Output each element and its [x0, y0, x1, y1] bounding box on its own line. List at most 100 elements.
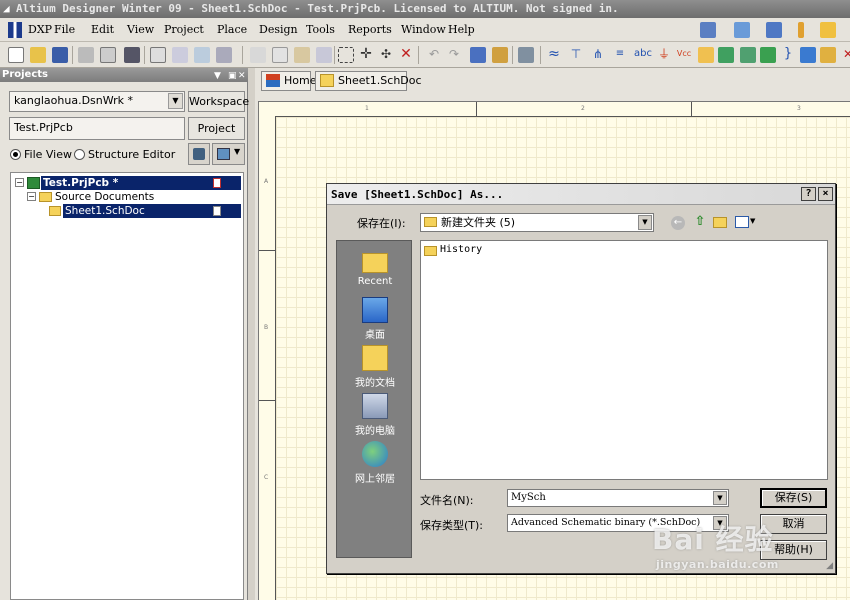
workspace-combo[interactable]: kanglaohua.DsnWrk * ▼ [9, 91, 185, 112]
menu-window[interactable]: Window [401, 23, 446, 36]
place-wire-icon[interactable]: ≈ [546, 47, 562, 63]
redo-icon[interactable]: ↷ [446, 47, 462, 63]
place-network[interactable]: 网上邻居 [337, 441, 413, 485]
project-view-toggle-icon[interactable] [188, 143, 210, 165]
place-net-label-icon[interactable]: ≡ [612, 47, 628, 63]
place-net-label-text-icon[interactable]: abc [634, 47, 652, 63]
hierarchy-icon[interactable] [470, 47, 486, 63]
no-erc-marker-icon[interactable]: ✕ [840, 47, 850, 63]
project-field-value: Test.PrjPcb [14, 121, 73, 134]
place-directive-icon[interactable] [820, 47, 836, 63]
panel-close-icon[interactable]: ✕ [238, 69, 246, 83]
paste-icon[interactable] [294, 47, 310, 63]
rubber-stamp-icon[interactable] [316, 47, 332, 63]
file-view-radio[interactable] [10, 149, 21, 160]
menu-project[interactable]: Project [164, 23, 204, 36]
place-my-computer[interactable]: 我的电脑 [337, 393, 413, 437]
menu-place[interactable]: Place [217, 23, 247, 36]
move-selection-icon[interactable]: ✣ [378, 47, 394, 63]
zoom-dropdown-icon[interactable] [216, 47, 232, 63]
collapse-icon[interactable]: − [15, 178, 24, 187]
panel-pin-icon[interactable]: ▣ [228, 69, 237, 83]
tab-sheet1-label: Sheet1.SchDoc [338, 74, 422, 87]
select-area-icon[interactable] [338, 47, 354, 63]
menu-reports[interactable]: Reports [348, 23, 392, 36]
tree-item-source-documents[interactable]: − Source Documents [11, 190, 241, 204]
back-icon[interactable]: ← [671, 216, 685, 230]
collapse-icon[interactable]: − [27, 192, 36, 201]
up-folder-icon[interactable]: ⇧ [693, 215, 707, 229]
zoom-selected-icon[interactable] [194, 47, 210, 63]
zoom-fit-icon[interactable] [150, 47, 166, 63]
cut-icon[interactable] [250, 47, 266, 63]
panel-menu-icon[interactable]: ▼ [214, 69, 221, 83]
print-preview-icon[interactable] [100, 47, 116, 63]
help-icon[interactable]: ? [801, 187, 816, 201]
place-sheet-entry-icon[interactable] [740, 47, 756, 63]
chevron-down-icon[interactable]: ▼ [638, 215, 652, 230]
place-bus-icon[interactable]: ⊤ [568, 47, 584, 63]
place-part-icon[interactable] [698, 47, 714, 63]
toolbar-separator [144, 46, 145, 64]
gnd-power-port-icon[interactable]: ⏚ [656, 47, 672, 63]
tree-item-sheet1[interactable]: Sheet1.SchDoc [11, 204, 241, 218]
save-in-combo[interactable]: 新建文件夹 (5) ▼ [420, 213, 654, 232]
undo-icon[interactable]: ↶ [426, 47, 442, 63]
menu-design[interactable]: Design [259, 23, 298, 36]
tab-sheet1[interactable]: Sheet1.SchDoc [315, 71, 422, 91]
toolbar-separator [540, 46, 541, 64]
menu-help[interactable]: Help [448, 23, 475, 36]
project-button[interactable]: Project [188, 117, 245, 140]
workspace-button[interactable]: Workspace [188, 91, 249, 112]
chevron-down-icon[interactable]: ▼ [750, 217, 755, 225]
wiring-tool-icon[interactable] [700, 22, 716, 38]
tree-item-project[interactable]: − Test.PrjPcb * [11, 176, 241, 190]
place-my-documents[interactable]: 我的文档 [337, 345, 413, 389]
cross-probe-icon[interactable] [492, 47, 508, 63]
menu-dxp[interactable]: DXP [28, 23, 52, 36]
network-icon [362, 441, 388, 467]
project-icon [27, 177, 40, 189]
power-port-icon[interactable] [766, 22, 782, 38]
browse-library-icon[interactable] [518, 47, 534, 63]
menu-tools[interactable]: Tools [306, 23, 335, 36]
toolbar-separator [334, 46, 335, 64]
place-sheet-symbol-icon[interactable] [718, 47, 734, 63]
grid-tool-icon[interactable] [820, 22, 836, 38]
menu-edit[interactable]: Edit [91, 23, 114, 36]
print-icon[interactable] [78, 47, 94, 63]
vcc-power-port-icon[interactable]: Vcc [676, 47, 692, 63]
chevron-down-icon[interactable]: ▼ [713, 491, 727, 505]
copy-icon[interactable] [272, 47, 288, 63]
open-folder-icon[interactable] [30, 47, 46, 63]
place-bus-entry-icon[interactable]: ⋔ [590, 47, 606, 63]
move-icon[interactable]: ✛ [358, 47, 374, 63]
deselect-icon[interactable]: ✕ [398, 47, 414, 63]
close-icon[interactable]: × [818, 187, 833, 201]
place-port-icon[interactable]: } [780, 47, 796, 63]
menu-view[interactable]: View [127, 23, 154, 36]
place-recent[interactable]: Recent [337, 249, 413, 287]
devices-view-icon[interactable] [124, 47, 140, 63]
project-options-dropdown-icon[interactable]: ▼ [212, 143, 245, 165]
save-icon[interactable] [52, 47, 68, 63]
place-device-sheet-icon[interactable] [760, 47, 776, 63]
tab-home[interactable]: Home [261, 71, 316, 91]
zoom-area-icon[interactable] [172, 47, 188, 63]
new-document-icon[interactable] [8, 47, 24, 63]
probe-icon[interactable] [798, 22, 804, 38]
filename-field[interactable]: MySch ▼ [507, 489, 729, 507]
view-menu-icon[interactable] [735, 216, 749, 228]
menu-file[interactable]: File [54, 23, 75, 36]
align-tool-icon[interactable] [734, 22, 750, 38]
new-folder-icon[interactable] [713, 217, 727, 228]
watermark-logo: Bai 经验 [652, 523, 774, 556]
place-desktop[interactable]: 桌面 [337, 297, 413, 341]
save-button[interactable]: 保存(S) [760, 488, 827, 508]
filename-label: 文件名(N): [420, 494, 474, 507]
file-list[interactable]: History [420, 240, 828, 480]
structure-editor-radio[interactable] [74, 149, 85, 160]
chevron-down-icon[interactable]: ▼ [168, 93, 183, 109]
project-field[interactable]: Test.PrjPcb [9, 117, 185, 140]
place-no-erc-icon[interactable] [800, 47, 816, 63]
